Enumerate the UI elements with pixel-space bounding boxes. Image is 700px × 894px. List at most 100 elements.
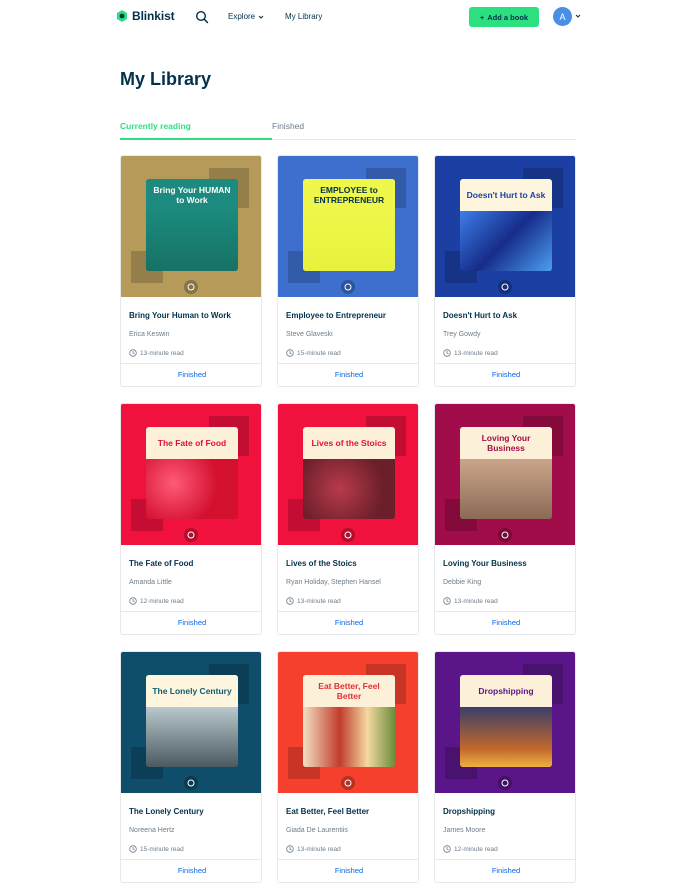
- book-card[interactable]: Dropshipping Dropshipping James Moore 12-mi…: [434, 651, 576, 883]
- book-title[interactable]: Lives of the Stoics: [286, 559, 357, 568]
- clock-icon: [129, 597, 137, 605]
- book-cover: Dropshipping: [460, 675, 552, 767]
- audio-play-icon[interactable]: [341, 280, 355, 294]
- read-time: 13-minute read: [129, 349, 184, 357]
- finished-status-link[interactable]: Finished: [121, 866, 261, 875]
- book-cover: Bring Your HUMAN to Work: [146, 179, 238, 271]
- page-title: My Library: [120, 69, 212, 89]
- book-cover: The Lonely Century: [146, 675, 238, 767]
- finished-status-link[interactable]: Finished: [278, 866, 418, 875]
- book-card[interactable]: Doesn't Hurt to Ask Doesn't Hurt to Ask Tr…: [434, 155, 576, 387]
- read-time: 13-minute read: [286, 597, 341, 605]
- headphones-icon: [501, 283, 509, 291]
- book-card[interactable]: Eat Better, Feel Better Eat Better, Feel …: [277, 651, 419, 883]
- card-divider: [121, 611, 261, 612]
- book-title[interactable]: Loving Your Business: [443, 559, 527, 568]
- audio-play-icon[interactable]: [184, 528, 198, 542]
- book-cover-area[interactable]: Bring Your HUMAN to Work: [121, 156, 261, 297]
- audio-play-icon[interactable]: [498, 776, 512, 790]
- finished-status-link[interactable]: Finished: [278, 370, 418, 379]
- read-time-label: 13-minute read: [454, 597, 498, 605]
- book-cover-title: Dropshipping: [460, 675, 552, 707]
- book-cover-area[interactable]: The Lonely Century: [121, 652, 261, 793]
- blinkist-logo[interactable]: Blinkist: [116, 9, 175, 23]
- book-cover-area[interactable]: Doesn't Hurt to Ask: [435, 156, 575, 297]
- book-card[interactable]: The Lonely Century The Lonely Century Nore…: [120, 651, 262, 883]
- avatar[interactable]: A: [553, 7, 572, 26]
- book-cover: EMPLOYEE to ENTREPRENEUR: [303, 179, 395, 271]
- card-divider: [278, 859, 418, 860]
- card-divider: [278, 363, 418, 364]
- audio-play-icon[interactable]: [498, 280, 512, 294]
- explore-menu[interactable]: Explore: [228, 12, 264, 21]
- book-cover-image: [303, 459, 395, 519]
- plus-icon: +: [479, 12, 485, 22]
- book-cover-area[interactable]: Eat Better, Feel Better: [278, 652, 418, 793]
- book-cover-area[interactable]: EMPLOYEE to ENTREPRENEUR: [278, 156, 418, 297]
- audio-play-icon[interactable]: [184, 280, 198, 294]
- my-library-link[interactable]: My Library: [285, 12, 322, 21]
- clock-icon: [129, 349, 137, 357]
- finished-status-link[interactable]: Finished: [435, 370, 575, 379]
- book-cover-image: [303, 211, 395, 271]
- read-time: 12-minute read: [443, 845, 498, 853]
- book-cover: The Fate of Food: [146, 427, 238, 519]
- book-author: Debbie King: [443, 579, 482, 586]
- add-book-label: Add a book: [487, 12, 529, 22]
- clock-icon: [443, 349, 451, 357]
- card-divider: [435, 363, 575, 364]
- finished-status-link[interactable]: Finished: [278, 618, 418, 627]
- book-title[interactable]: Bring Your Human to Work: [129, 311, 231, 320]
- blinkist-logo-icon: [117, 10, 127, 22]
- headphones-icon: [344, 779, 352, 787]
- chevron-down-icon: [258, 15, 264, 19]
- book-title[interactable]: Doesn't Hurt to Ask: [443, 311, 517, 320]
- book-cover-image: [303, 707, 395, 767]
- read-time-label: 15-minute read: [140, 845, 184, 853]
- book-cover-area[interactable]: Loving Your Business: [435, 404, 575, 545]
- finished-status-link[interactable]: Finished: [121, 370, 261, 379]
- audio-play-icon[interactable]: [184, 776, 198, 790]
- finished-status-link[interactable]: Finished: [121, 618, 261, 627]
- headphones-icon: [187, 779, 195, 787]
- book-card[interactable]: EMPLOYEE to ENTREPRENEUR Employee to Entr…: [277, 155, 419, 387]
- book-cover-title: Eat Better, Feel Better: [303, 675, 395, 707]
- book-cover: Loving Your Business: [460, 427, 552, 519]
- book-title[interactable]: The Fate of Food: [129, 559, 193, 568]
- headphones-icon: [344, 531, 352, 539]
- chevron-down-icon[interactable]: [575, 13, 581, 19]
- book-card[interactable]: Bring Your HUMAN to Work Bring Your Human…: [120, 155, 262, 387]
- add-book-button[interactable]: + Add a book: [469, 7, 539, 27]
- finished-status-link[interactable]: Finished: [435, 618, 575, 627]
- book-title[interactable]: Employee to Entrepreneur: [286, 311, 386, 320]
- book-title[interactable]: Dropshipping: [443, 807, 495, 816]
- book-cover-title: The Fate of Food: [146, 427, 238, 459]
- top-nav-bar: Blinkist Explore My Library + Add a book…: [0, 0, 700, 36]
- audio-play-icon[interactable]: [341, 528, 355, 542]
- search-icon[interactable]: [195, 10, 209, 24]
- headphones-icon: [501, 779, 509, 787]
- read-time: 15-minute read: [129, 845, 184, 853]
- audio-play-icon[interactable]: [498, 528, 512, 542]
- clock-icon: [443, 597, 451, 605]
- book-cover-title: The Lonely Century: [146, 675, 238, 707]
- book-cover-area[interactable]: Dropshipping: [435, 652, 575, 793]
- book-cover-image: [460, 211, 552, 271]
- book-title[interactable]: The Lonely Century: [129, 807, 204, 816]
- card-divider: [435, 859, 575, 860]
- book-card[interactable]: Loving Your Business Loving Your Business…: [434, 403, 576, 635]
- tab-finished[interactable]: Finished: [272, 121, 304, 131]
- book-author: Steve Glaveski: [286, 331, 333, 338]
- book-title[interactable]: Eat Better, Feel Better: [286, 807, 369, 816]
- clock-icon: [286, 597, 294, 605]
- book-card[interactable]: The Fate of Food The Fate of Food Amanda L…: [120, 403, 262, 635]
- book-cover-image: [146, 459, 238, 519]
- read-time-label: 13-minute read: [297, 597, 341, 605]
- finished-status-link[interactable]: Finished: [435, 866, 575, 875]
- audio-play-icon[interactable]: [341, 776, 355, 790]
- tab-currently-reading[interactable]: Currently reading: [120, 121, 191, 131]
- book-cover-area[interactable]: The Fate of Food: [121, 404, 261, 545]
- headphones-icon: [501, 531, 509, 539]
- book-cover-area[interactable]: Lives of the Stoics: [278, 404, 418, 545]
- book-card[interactable]: Lives of the Stoics Lives of the Stoics Ry…: [277, 403, 419, 635]
